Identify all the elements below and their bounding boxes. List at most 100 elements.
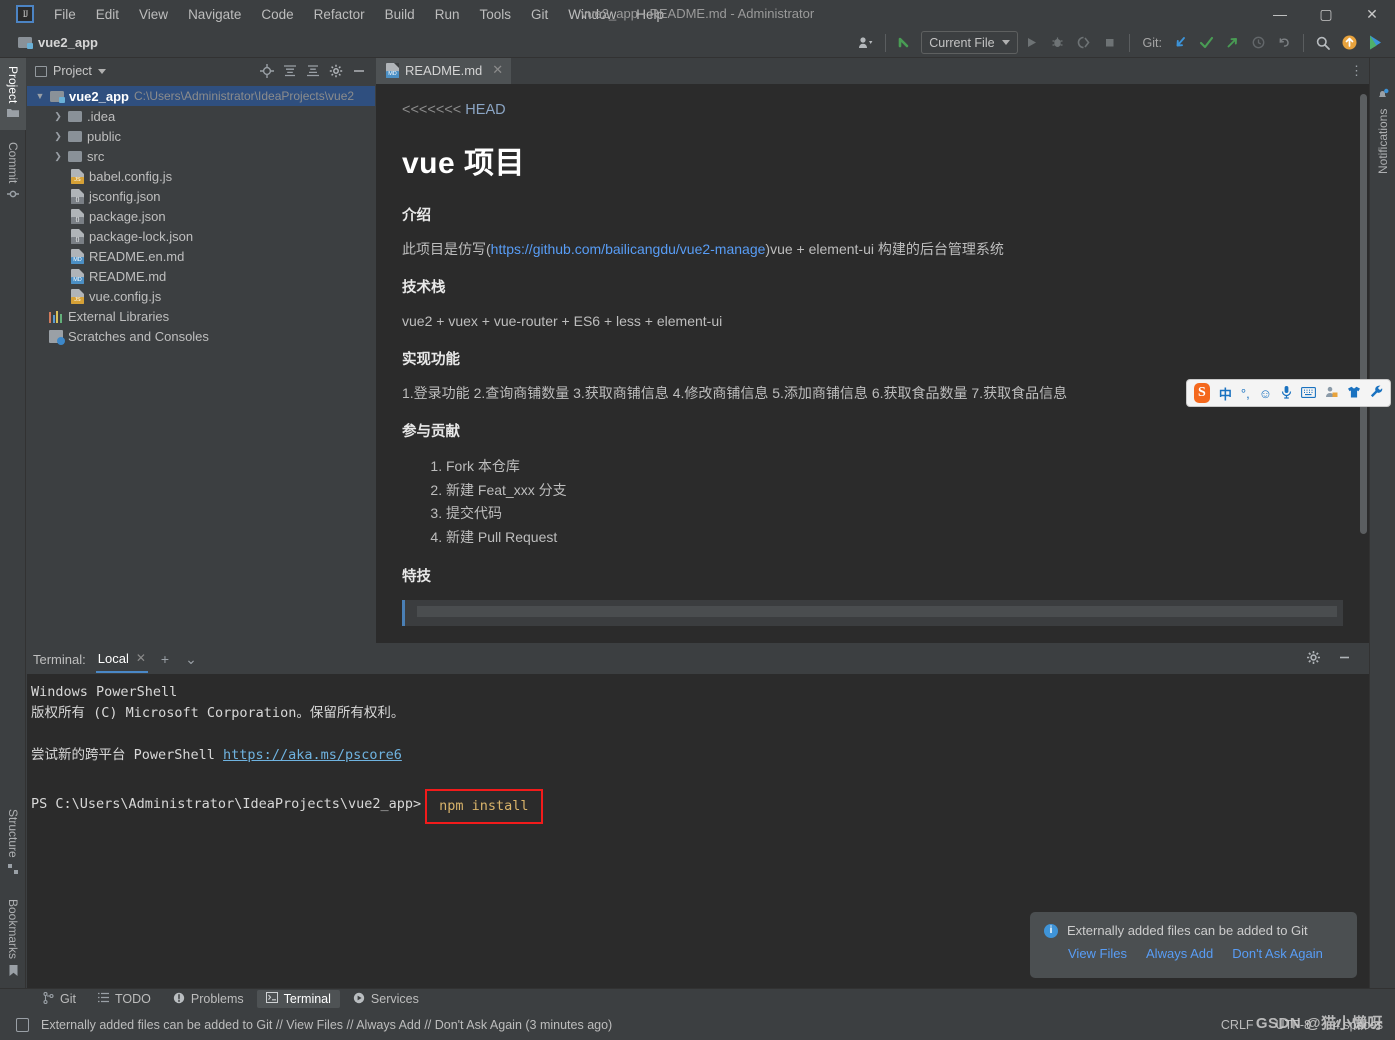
sidebar-item-bookmarks[interactable]: Bookmarks xyxy=(0,891,26,991)
menu-item-code[interactable]: Code xyxy=(251,4,303,25)
tree-node-src[interactable]: ❯ src xyxy=(27,146,375,166)
editor-tab-options[interactable]: ⋮ xyxy=(1350,58,1369,84)
editor-vertical-scrollbar[interactable] xyxy=(1360,94,1367,574)
sidebar-item-project[interactable]: Project xyxy=(0,58,26,130)
run-icon[interactable] xyxy=(1020,31,1044,55)
git-history-icon[interactable] xyxy=(1246,31,1270,55)
coverage-icon[interactable] xyxy=(1072,31,1096,55)
collapse-all-icon[interactable] xyxy=(303,61,323,81)
chevron-down-icon[interactable]: ▼ xyxy=(35,91,45,101)
chevron-right-icon[interactable]: ❯ xyxy=(53,111,63,122)
toolwindow-label: Terminal xyxy=(283,992,331,1006)
view-files-link[interactable]: View Files xyxy=(1068,946,1127,961)
editor-tab-readme[interactable]: MD README.md ✕ xyxy=(376,58,512,84)
search-everywhere-icon[interactable] xyxy=(1311,31,1335,55)
menu-item-view[interactable]: View xyxy=(129,4,178,25)
repo-link[interactable]: https://github.com/bailicangdu/vue2-mana… xyxy=(491,241,766,257)
ide-feature-icon[interactable] xyxy=(1363,31,1387,55)
tree-node-readme-md[interactable]: MD README.md xyxy=(27,266,375,286)
tree-node-idea[interactable]: ❯ .idea xyxy=(27,106,375,126)
chevron-right-icon[interactable]: ❯ xyxy=(53,131,63,142)
ime-floating-toolbar[interactable]: S 中 °, ☺ xyxy=(1186,379,1391,407)
chevron-right-icon[interactable]: ❯ xyxy=(53,151,63,162)
menu-item-help[interactable]: Help xyxy=(626,4,674,25)
pscore6-link[interactable]: https://aka.ms/pscore6 xyxy=(223,747,402,763)
git-rollback-icon[interactable] xyxy=(1272,31,1296,55)
sogou-logo-icon[interactable]: S xyxy=(1194,383,1210,403)
sidebar-item-commit[interactable]: Commit xyxy=(0,134,26,214)
update-icon[interactable] xyxy=(1337,31,1361,55)
git-push-icon[interactable] xyxy=(1220,31,1244,55)
tree-node-path: C:\Users\Administrator\IdeaProjects\vue2 xyxy=(133,89,355,103)
ime-account-icon[interactable] xyxy=(1325,386,1338,401)
close-button[interactable]: ✕ xyxy=(1349,0,1395,28)
project-breadcrumb[interactable]: vue2_app xyxy=(18,35,98,50)
ime-voice-icon[interactable] xyxy=(1281,385,1292,402)
tree-node-babel-config[interactable]: JS babel.config.js xyxy=(27,166,375,186)
terminal-header-actions xyxy=(1303,650,1363,668)
add-terminal-icon[interactable]: + xyxy=(158,651,172,667)
tree-node-public[interactable]: ❯ public xyxy=(27,126,375,146)
line-separator-indicator[interactable]: CRLF xyxy=(1221,1018,1254,1032)
menu-item-file[interactable]: File xyxy=(44,4,86,25)
ime-punctuation-icon[interactable]: °, xyxy=(1241,386,1250,401)
notification-message-row: i Externally added files can be added to… xyxy=(1044,923,1343,938)
maximize-button[interactable]: ▢ xyxy=(1303,0,1349,28)
ime-tools-icon[interactable] xyxy=(1370,385,1383,401)
run-configuration-selector[interactable]: Current File xyxy=(921,31,1018,54)
event-log-icon[interactable] xyxy=(16,1017,29,1032)
menu-item-window[interactable]: Window xyxy=(558,4,626,25)
tree-node-label: package.json xyxy=(89,208,166,224)
status-message[interactable]: Externally added files can be added to G… xyxy=(41,1018,612,1032)
chevron-down-icon[interactable]: ⌄ xyxy=(182,651,200,668)
hide-icon[interactable] xyxy=(349,61,369,81)
toolwindow-button-services[interactable]: Services xyxy=(344,990,428,1009)
ime-skin-icon[interactable] xyxy=(1347,386,1361,401)
toolwindow-button-terminal[interactable]: Terminal xyxy=(256,990,340,1008)
tree-node-package-lock-json[interactable]: {} package-lock.json xyxy=(27,226,375,246)
git-commit-icon[interactable] xyxy=(1194,31,1218,55)
menu-item-build[interactable]: Build xyxy=(375,4,425,25)
terminal-command-highlight: npm install xyxy=(425,789,543,824)
settings-icon[interactable] xyxy=(326,61,346,81)
gear-icon[interactable] xyxy=(1303,650,1324,668)
toolwindow-button-todo[interactable]: TODO xyxy=(89,990,160,1008)
project-tree[interactable]: ▼ vue2_app C:\Users\Administrator\IdeaPr… xyxy=(27,84,375,643)
minimize-icon[interactable] xyxy=(1334,650,1355,668)
chevron-down-icon[interactable] xyxy=(97,68,106,74)
terminal-tab-local[interactable]: Local ✕ xyxy=(95,646,148,673)
expand-all-icon[interactable] xyxy=(280,61,300,81)
tree-node-jsconfig[interactable]: {} jsconfig.json xyxy=(27,186,375,206)
toolwindow-button-git[interactable]: Git xyxy=(34,990,85,1009)
debug-icon[interactable] xyxy=(1046,31,1070,55)
ime-emoji-icon[interactable]: ☺ xyxy=(1259,386,1272,401)
git-update-icon[interactable] xyxy=(1168,31,1192,55)
tree-node-scratches[interactable]: Scratches and Consoles xyxy=(27,326,375,346)
tree-node-readme-en-md[interactable]: MD README.en.md xyxy=(27,246,375,266)
ime-keyboard-icon[interactable] xyxy=(1301,386,1316,401)
locate-icon[interactable] xyxy=(257,61,277,81)
close-icon[interactable]: ✕ xyxy=(136,651,146,665)
ime-chinese-mode-icon[interactable]: 中 xyxy=(1219,384,1232,403)
breadcrumb-project-name: vue2_app xyxy=(38,35,98,50)
dont-ask-again-link[interactable]: Don't Ask Again xyxy=(1232,946,1323,961)
sidebar-item-notifications[interactable]: Notifications xyxy=(1370,62,1395,182)
tree-node-vue-config-js[interactable]: JS vue.config.js xyxy=(27,286,375,306)
sidebar-item-structure[interactable]: Structure xyxy=(0,801,26,883)
menu-item-run[interactable]: Run xyxy=(425,4,470,25)
tree-node-package-json[interactable]: {} package.json xyxy=(27,206,375,226)
profile-dropdown-icon[interactable] xyxy=(854,31,878,55)
menu-item-navigate[interactable]: Navigate xyxy=(178,4,251,25)
stop-icon[interactable] xyxy=(1098,31,1122,55)
checkout-icon[interactable] xyxy=(893,31,919,55)
close-icon[interactable]: ✕ xyxy=(492,62,503,78)
always-add-link[interactable]: Always Add xyxy=(1146,946,1213,961)
menu-item-edit[interactable]: Edit xyxy=(86,4,129,25)
tree-node-vue2-app[interactable]: ▼ vue2_app C:\Users\Administrator\IdeaPr… xyxy=(27,86,375,106)
menu-item-refactor[interactable]: Refactor xyxy=(304,4,375,25)
toolwindow-button-problems[interactable]: Problems xyxy=(164,990,253,1009)
menu-item-git[interactable]: Git xyxy=(521,4,558,25)
menu-item-tools[interactable]: Tools xyxy=(469,4,521,25)
minimize-button[interactable]: — xyxy=(1257,0,1303,28)
tree-node-external-libraries[interactable]: External Libraries xyxy=(27,306,375,326)
